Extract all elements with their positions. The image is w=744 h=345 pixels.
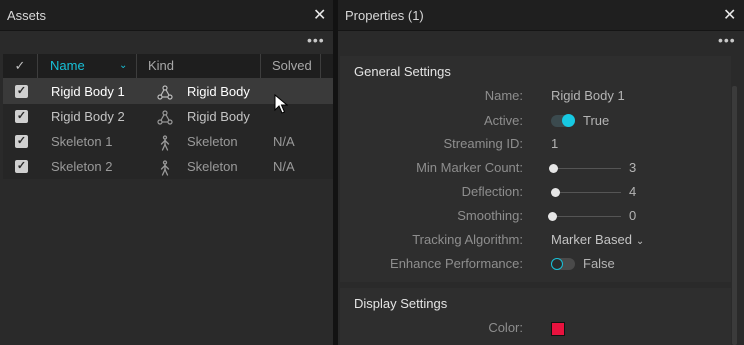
display-settings-title: Display Settings bbox=[354, 296, 448, 311]
toggle-knob bbox=[562, 114, 575, 127]
asset-kind: Rigid Body bbox=[187, 84, 250, 99]
slider-thumb[interactable] bbox=[549, 164, 558, 173]
sort-chevron-down-icon[interactable]: ⌄ bbox=[119, 54, 127, 78]
assets-toolbar: ••• bbox=[0, 31, 333, 53]
active-property: Active: True bbox=[340, 111, 731, 131]
column-header-name[interactable]: Name ⌄ bbox=[37, 54, 137, 78]
properties-more-options-icon[interactable]: ••• bbox=[718, 33, 736, 47]
smoothing-value: 0 bbox=[629, 208, 637, 223]
select-all-check-icon[interactable]: ✓ bbox=[3, 54, 38, 78]
asset-name: Rigid Body 2 bbox=[51, 109, 125, 124]
enhance-performance-toggle[interactable] bbox=[551, 258, 575, 270]
properties-title: Properties (1) bbox=[345, 8, 424, 23]
properties-close-icon[interactable]: ✕ bbox=[723, 5, 736, 25]
streaming-id-property: Streaming ID: 1 bbox=[340, 134, 731, 154]
smoothing-label: Smoothing: bbox=[457, 208, 523, 223]
min-marker-count-label: Min Marker Count: bbox=[416, 160, 523, 175]
deflection-property: Deflection: 4 bbox=[340, 182, 731, 202]
tracking-algorithm-label: Tracking Algorithm: bbox=[412, 232, 523, 247]
row-checkbox[interactable]: ✓ bbox=[15, 110, 28, 123]
column-header-solved[interactable]: Solved bbox=[261, 54, 321, 78]
tracking-algorithm-property: Tracking Algorithm: Marker Based ⌄ bbox=[340, 230, 731, 250]
deflection-slider[interactable] bbox=[551, 188, 621, 197]
asset-kind: Skeleton bbox=[187, 134, 238, 149]
color-swatch[interactable] bbox=[551, 322, 565, 336]
column-header-kind[interactable]: Kind bbox=[137, 54, 261, 78]
assets-titlebar: Assets ✕ bbox=[0, 0, 333, 31]
assets-close-icon[interactable]: ✕ bbox=[313, 5, 326, 25]
properties-titlebar: Properties (1) ✕ bbox=[338, 0, 744, 31]
name-value[interactable]: Rigid Body 1 bbox=[551, 88, 625, 103]
min-marker-count-value: 3 bbox=[629, 160, 637, 175]
slider-thumb[interactable] bbox=[548, 212, 557, 221]
color-label: Color: bbox=[488, 320, 523, 335]
streaming-id-value[interactable]: 1 bbox=[551, 136, 558, 151]
assets-title: Assets bbox=[7, 8, 47, 23]
tracking-algorithm-dropdown[interactable]: Marker Based ⌄ bbox=[551, 232, 644, 247]
slider-thumb[interactable] bbox=[551, 188, 560, 197]
table-row[interactable]: ✓ Skeleton 2 Skeleton N/A bbox=[3, 154, 333, 179]
toggle-knob bbox=[551, 258, 563, 270]
name-property: Name: Rigid Body 1 bbox=[340, 86, 731, 106]
active-label: Active: bbox=[483, 113, 523, 128]
general-settings-title: General Settings bbox=[354, 64, 451, 79]
min-marker-count-property: Min Marker Count: 3 bbox=[340, 158, 731, 178]
asset-kind: Rigid Body bbox=[187, 109, 250, 124]
asset-name: Skeleton 1 bbox=[51, 134, 113, 149]
asset-name: Rigid Body 1 bbox=[51, 84, 125, 99]
deflection-label: Deflection: bbox=[461, 184, 523, 199]
assets-table-header: ✓ Name ⌄ Kind Solved bbox=[3, 54, 333, 79]
display-settings-group: Display Settings Color: bbox=[340, 288, 731, 345]
table-row[interactable]: ✓ Skeleton 1 Skeleton N/A bbox=[3, 129, 333, 154]
smoothing-property: Smoothing: 0 bbox=[340, 206, 731, 226]
row-checkbox[interactable]: ✓ bbox=[15, 85, 28, 98]
mouse-cursor-icon bbox=[274, 94, 288, 114]
name-label: Name: bbox=[484, 88, 523, 103]
streaming-id-label: Streaming ID: bbox=[443, 136, 523, 151]
skeleton-icon bbox=[157, 159, 173, 176]
asset-kind: Skeleton bbox=[187, 159, 238, 174]
general-settings-group: General Settings Name: Rigid Body 1 Acti… bbox=[340, 56, 731, 282]
color-property: Color: bbox=[340, 318, 731, 338]
properties-scrollbar[interactable] bbox=[732, 86, 737, 345]
active-value: True bbox=[583, 113, 610, 128]
row-checkbox[interactable]: ✓ bbox=[15, 135, 28, 148]
assets-more-options-icon[interactable]: ••• bbox=[307, 33, 325, 47]
smoothing-slider[interactable] bbox=[548, 212, 621, 221]
deflection-value: 4 bbox=[629, 184, 637, 199]
asset-solved: N/A bbox=[273, 159, 295, 174]
asset-solved: N/A bbox=[273, 134, 295, 149]
column-name-label: Name bbox=[50, 58, 85, 73]
rigid-body-icon bbox=[157, 84, 173, 100]
skeleton-icon bbox=[157, 134, 173, 151]
tracking-algorithm-value: Marker Based bbox=[551, 232, 632, 247]
enhance-performance-value: False bbox=[583, 256, 615, 271]
rigid-body-icon bbox=[157, 109, 173, 125]
enhance-performance-label: Enhance Performance: bbox=[390, 256, 523, 271]
properties-toolbar: ••• bbox=[338, 31, 744, 53]
row-checkbox[interactable]: ✓ bbox=[15, 160, 28, 173]
asset-name: Skeleton 2 bbox=[51, 159, 113, 174]
enhance-performance-property: Enhance Performance: False bbox=[340, 254, 731, 274]
chevron-down-icon: ⌄ bbox=[635, 236, 645, 247]
min-marker-count-slider[interactable] bbox=[549, 164, 621, 173]
active-toggle[interactable] bbox=[551, 114, 575, 127]
